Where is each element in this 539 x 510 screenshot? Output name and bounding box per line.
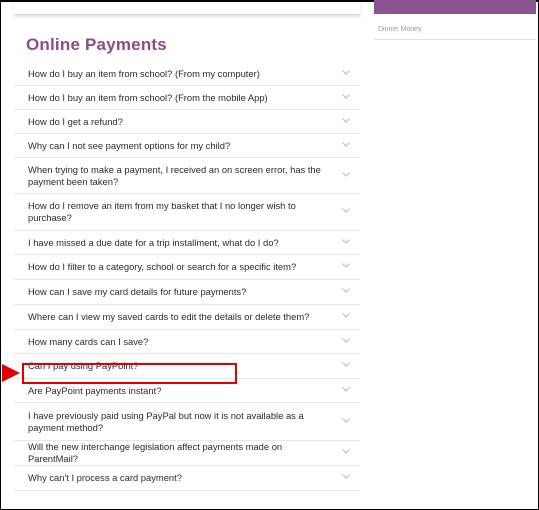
faq-item[interactable]: I have previously paid using PayPal but … xyxy=(14,403,360,441)
faq-item[interactable]: I have missed a due date for a trip inst… xyxy=(14,231,360,255)
faq-question: Why can't I process a card payment? xyxy=(28,472,182,483)
highlight-box xyxy=(22,363,237,384)
section-title: Online Payments xyxy=(26,35,167,54)
faq-item[interactable]: How can I save my card details for futur… xyxy=(14,280,360,305)
faq-item[interactable]: How many cards can I save? xyxy=(14,330,360,354)
faq-item[interactable]: Why can't I process a card payment? xyxy=(14,466,360,491)
chevron-down-icon xyxy=(342,208,350,213)
faq-question: Why can I not see payment options for my… xyxy=(28,139,231,151)
chevron-down-icon xyxy=(342,362,350,367)
faq-question: How can I save my card details for futur… xyxy=(28,286,247,297)
faq-question: Where can I view my saved cards to edit … xyxy=(28,311,310,322)
faq-question: I have missed a due date for a trip inst… xyxy=(28,236,279,248)
faq-item[interactable]: How do I filter to a category, school or… xyxy=(14,255,360,280)
faq-question: I have previously paid using PayPal but … xyxy=(28,409,304,433)
pointer-arrow-icon xyxy=(2,364,20,382)
sidebar-active-bar xyxy=(374,0,536,14)
faq-item[interactable]: Will the new interchange legislation aff… xyxy=(14,441,360,466)
faq-question: When trying to make a payment, I receive… xyxy=(28,163,321,187)
chevron-down-icon xyxy=(342,288,350,293)
chevron-down-icon xyxy=(342,474,350,479)
faq-list: How do I buy an item from school? (From … xyxy=(14,62,360,491)
sidebar-link-dinner-money[interactable]: Dinner Money xyxy=(378,26,422,33)
faq-question: How do I get a refund? xyxy=(28,115,123,127)
faq-item[interactable]: Why can I not see payment options for my… xyxy=(14,134,360,158)
faq-item[interactable]: How do I buy an item from school? (From … xyxy=(14,62,360,86)
faq-question: How do I remove an item from my basket t… xyxy=(28,200,296,223)
faq-question: How do I buy an item from school? (From … xyxy=(28,67,260,79)
faq-question: How do I buy an item from school? (From … xyxy=(28,91,268,103)
faq-item[interactable]: Where can I view my saved cards to edit … xyxy=(14,305,360,330)
faq-question: Are PayPoint payments instant? xyxy=(28,384,162,396)
chevron-down-icon xyxy=(342,263,350,268)
faq-question: How many cards can I save? xyxy=(28,335,149,347)
chevron-down-icon xyxy=(342,386,350,392)
chevron-down-icon xyxy=(342,449,350,454)
chevron-down-icon xyxy=(342,417,350,423)
chevron-down-icon xyxy=(342,93,350,99)
chevron-down-icon xyxy=(342,238,350,244)
faq-question: Will the new interchange legislation aff… xyxy=(28,441,283,464)
chevron-down-icon xyxy=(342,337,350,343)
header-shadow xyxy=(14,0,360,15)
faq-item[interactable]: How do I get a refund? xyxy=(14,110,360,134)
chevron-down-icon xyxy=(342,171,350,177)
chevron-down-icon xyxy=(342,313,350,318)
chevron-down-icon xyxy=(342,117,350,123)
chevron-down-icon xyxy=(342,69,350,75)
faq-item[interactable]: How do I buy an item from school? (From … xyxy=(14,86,360,110)
sidebar-divider xyxy=(374,39,536,40)
faq-item[interactable]: When trying to make a payment, I receive… xyxy=(14,158,360,194)
chevron-down-icon xyxy=(342,141,350,147)
faq-item[interactable]: How do I remove an item from my basket t… xyxy=(14,194,360,231)
faq-question: How do I filter to a category, school or… xyxy=(28,261,297,272)
